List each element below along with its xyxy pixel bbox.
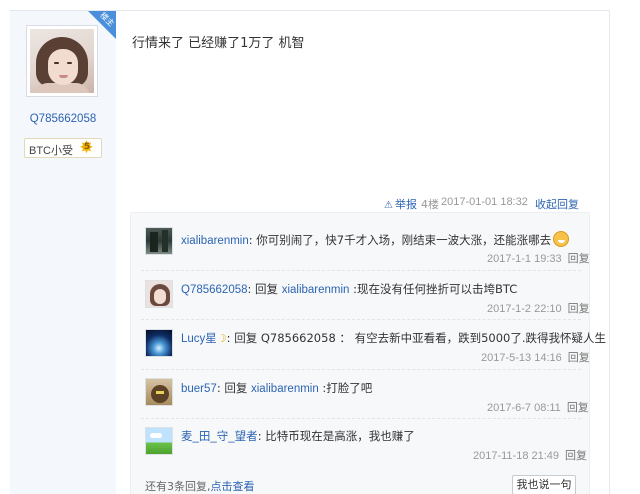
reply-separator [141,369,581,370]
reply-button[interactable]: 回复 [567,401,589,414]
reply-text: 麦_田_守_望者: 比特币现在是高涨，我也赚了 [181,429,415,443]
cat-avatar[interactable] [145,378,173,406]
reply-username[interactable]: 麦_田_守_望者 [181,431,258,443]
space-avatar[interactable] [145,329,173,357]
grass-avatar[interactable] [145,427,173,455]
level-name: BTC小受 [29,145,73,157]
reply-username[interactable]: xialibarenmin [181,235,249,247]
reply-target-user[interactable]: xialibarenmin [251,383,319,395]
view-more-link[interactable]: 点击查看 [211,480,255,493]
reply-button[interactable]: 回复 [568,302,590,315]
moon-icon: ☽ [216,332,227,345]
level-number: 5 [83,142,91,152]
reply-text: Q785662058: 回复 xialibarenmin :现在没有任何挫折可以… [181,282,518,296]
floor-number: 4楼 [421,198,439,211]
reply-separator [141,270,581,271]
reply-meta: 2017-1-1 19:33 回复 [487,250,590,266]
post-tail-bar: ⚠ 举报 4楼 2017-01-01 18:32 收起回复 [130,194,590,212]
grin-emoji-icon [553,231,570,247]
reply-date: 2017-5-13 14:16 [481,352,562,364]
level-badge[interactable]: BTC小受 ✸ 5 [24,138,102,158]
reply-button[interactable]: 回复 [568,351,590,364]
author-avatar-image [30,29,94,93]
reply-username[interactable]: buer57 [181,383,217,395]
reply-date: 2017-1-2 22:10 [487,303,562,315]
forest-avatar[interactable] [145,227,173,255]
reply-target-user[interactable]: xialibarenmin [282,284,350,296]
reply-username[interactable]: Q785662058 [181,284,248,296]
author-username[interactable]: Q785662058 [10,113,116,125]
post-date: 2017-01-01 18:32 [441,196,528,208]
reply-button[interactable]: 回复 [568,252,590,265]
collapse-replies-link[interactable]: 收起回复 [535,196,579,212]
reply-date: 2017-1-1 19:33 [487,253,562,265]
report-link[interactable]: ⚠ 举报 [384,196,417,212]
reply-meta: 2017-6-7 08:11 回复 [487,399,589,415]
post-content: 行情来了 已经赚了1万了 机智 [132,36,305,51]
more-replies: 还有3条回复,点击查看 [145,480,255,493]
reply-separator [141,319,581,320]
warning-icon: ⚠ [384,200,393,211]
reply-text: buer57: 回复 xialibarenmin :打脸了吧 [181,381,373,395]
reply-text: xialibarenmin: 你可别闹了，快7千才入场，刚结束一波大涨，还能涨哪… [181,231,570,248]
reply-box: xialibarenmin: 你可别闹了，快7千才入场，刚结束一波大涨，还能涨哪… [130,212,606,494]
reply-date: 2017-11-18 21:49 [473,450,560,462]
reply-username[interactable]: Lucy星 [181,333,217,345]
girl-avatar[interactable] [145,280,173,308]
reply-meta: 2017-1-2 22:10 回复 [487,300,590,316]
reply-button[interactable]: 回复 [565,449,587,462]
reply-text: Lucy星☽: 回复 Q785662058 ： 有空去新中亚看看，跌到5000了… [181,331,606,345]
reply-meta: 2017-11-18 21:49 回复 [473,447,587,463]
reply-date: 2017-6-7 08:11 [487,402,561,414]
reply-meta: 2017-5-13 14:16 回复 [481,349,590,365]
thread-starter-badge: 楼主 [88,11,116,39]
reply-separator [141,418,581,419]
add-comment-button[interactable]: 我也说一句 [512,475,576,494]
